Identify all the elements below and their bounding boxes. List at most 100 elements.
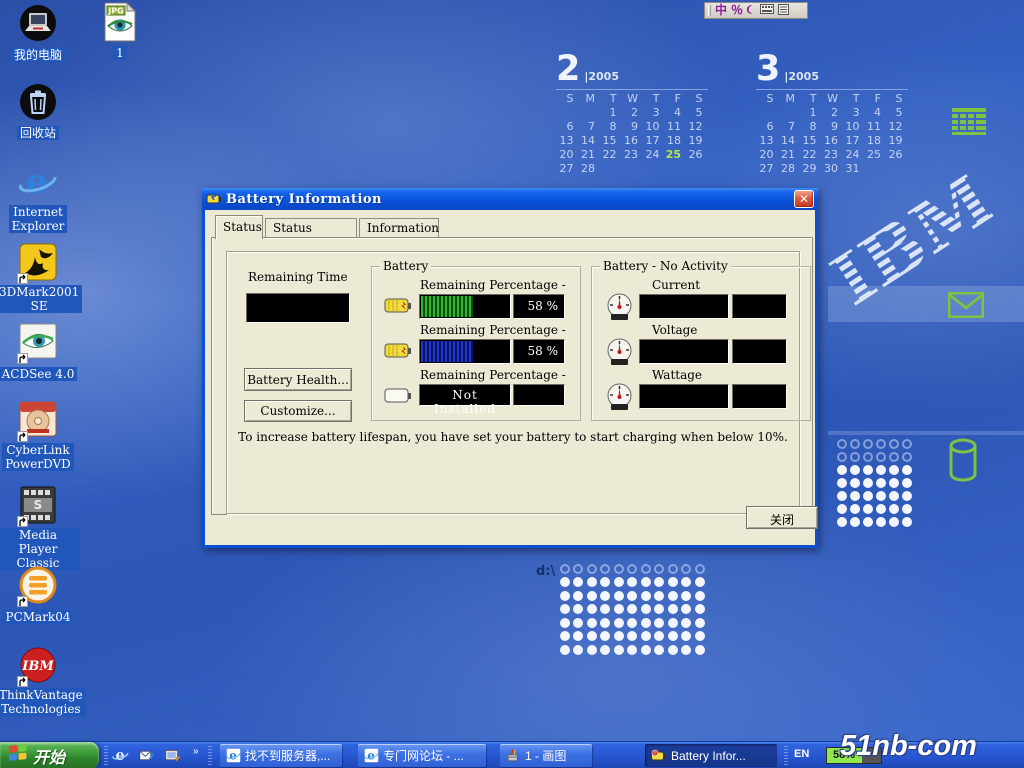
battery-lifespan-message: To increase battery lifespan, you have s… <box>227 430 799 444</box>
calendar-day: 26 <box>885 148 907 162</box>
dot-row <box>835 502 913 515</box>
dot <box>889 465 899 475</box>
dot-row <box>835 450 913 463</box>
taskband-grip[interactable] <box>208 746 212 765</box>
thinkvantage-icon: IBM <box>18 646 58 686</box>
calendar-day: 22 <box>799 148 821 162</box>
calendar-day: 10 <box>842 120 864 134</box>
calendar-day: 23 <box>821 148 843 162</box>
calendar-day: 23 <box>621 148 643 162</box>
dot <box>600 564 610 574</box>
calendar-month-header: 3 |2005 <box>756 53 908 87</box>
desktop-icon-recycle-bin[interactable]: 回收站 <box>0 82 80 141</box>
ime-soft-keyboard-icon[interactable] <box>760 4 774 17</box>
dot <box>863 465 873 475</box>
calendar-month-header: 2|2005 <box>556 53 708 87</box>
desktop-icon-powerdvd[interactable]: CyberLink PowerDVD <box>0 401 80 472</box>
dot <box>695 591 705 601</box>
cylinder-icon <box>948 438 978 486</box>
calendar-day: 6 <box>756 120 778 134</box>
quick-launch-grip[interactable] <box>104 746 108 765</box>
ime-drag-handle[interactable] <box>708 5 711 16</box>
dot <box>889 452 899 462</box>
ime-language-bar[interactable]: 中 ％ <box>704 2 808 19</box>
tab-status-detail[interactable]: Status Detail <box>265 218 357 238</box>
dot <box>587 631 597 641</box>
remaining-percentage-label: Remaining Percentage - <box>420 323 566 337</box>
dot <box>600 577 610 587</box>
ime-chinese-mode-button[interactable]: 中 <box>715 4 727 17</box>
ime-punctuation-icon[interactable] <box>747 3 756 19</box>
close-button[interactable]: 关闭 <box>746 506 818 529</box>
calendar-year: |2005 <box>784 70 819 83</box>
dot <box>654 564 664 574</box>
dot <box>837 439 847 449</box>
calendar-day: 13 <box>756 134 778 148</box>
language-indicator[interactable]: EN <box>794 748 809 760</box>
dot <box>850 439 860 449</box>
calendar-day: 29 <box>799 162 821 176</box>
dot <box>560 631 570 641</box>
dot <box>850 504 860 514</box>
dot <box>902 491 912 501</box>
quick-launch-outlook-express-icon[interactable] <box>138 747 155 764</box>
dot <box>876 452 886 462</box>
close-icon[interactable]: ✕ <box>794 190 814 208</box>
paint-icon <box>506 748 521 763</box>
battery-health-button[interactable]: Battery Health... <box>244 368 352 391</box>
taskbar-button-4[interactable]: !Battery Infor... <box>645 744 777 767</box>
dot <box>641 604 651 614</box>
desktop-icon-label: 3DMark2001 SE <box>0 285 82 313</box>
dialog-titlebar[interactable]: Battery Information ✕ <box>202 188 818 210</box>
desktop-icon-thinkvantage[interactable]: IBMThinkVantage Technologies <box>0 646 80 717</box>
remaining-percentage-bar <box>419 294 511 319</box>
quick-launch-show-desktop-icon[interactable] <box>164 747 181 764</box>
calendar-day: 6 <box>556 120 578 134</box>
calendar-week-row: 2728293031 <box>756 162 908 176</box>
desktop-icon-pcmark[interactable]: PCMark04 <box>0 566 80 625</box>
dot <box>889 439 899 449</box>
screen: 2|2005SMTWTFS123456789101112131415161718… <box>0 0 1024 768</box>
quick-launch-internet-explorer-icon[interactable]: e <box>112 747 129 764</box>
calendar-day: 10 <box>642 120 664 134</box>
gauge-icon <box>606 383 633 415</box>
desktop-icon-mpc[interactable]: SMedia Player Classic <box>0 486 80 571</box>
dot <box>876 478 886 488</box>
calendar-weekday: W <box>821 92 843 106</box>
dot <box>627 618 637 628</box>
customize-button[interactable]: Customize... <box>244 400 352 422</box>
ime-menu-icon[interactable] <box>778 4 789 18</box>
dot <box>681 591 691 601</box>
calendar-month-number: 3 <box>756 53 780 85</box>
desktop-icon-jpg-file[interactable]: JPG1 <box>78 2 162 61</box>
desktop-icon-my-computer[interactable]: 我的电脑 <box>0 4 80 63</box>
calendar-day: 21 <box>778 148 800 162</box>
tab-status[interactable]: Status <box>215 215 263 239</box>
calendar-day <box>756 106 778 120</box>
dot <box>668 604 678 614</box>
calendar-day: 19 <box>885 134 907 148</box>
shortcut-arrow-icon <box>17 516 28 527</box>
desktop-icon-acdsee[interactable]: ACDSee 4.0 <box>0 323 80 382</box>
calendar-day: 5 <box>885 106 907 120</box>
dot <box>668 591 678 601</box>
dot <box>681 577 691 587</box>
ime-fullwidth-icon[interactable]: ％ <box>731 4 743 17</box>
dot <box>850 465 860 475</box>
taskbar-button-3[interactable]: 1 - 画图 <box>500 744 592 767</box>
desktop-icon-internet-explorer[interactable]: eInternet Explorer <box>0 163 80 234</box>
drive-label: d:\ <box>536 564 555 579</box>
taskbar-button-2[interactable]: e专门网论坛 - ... <box>358 744 486 767</box>
dot <box>863 478 873 488</box>
dot <box>573 577 583 587</box>
svg-text:S: S <box>34 498 43 512</box>
desktop-icon-threedmark[interactable]: 3DMark2001 SE <box>0 243 80 314</box>
dot-row <box>835 515 913 528</box>
calendar-week-row: 13141516171819 <box>756 134 908 148</box>
quick-launch-overflow-chevron[interactable]: » <box>193 746 199 757</box>
bar-fill <box>421 341 473 362</box>
start-button[interactable]: 开始 <box>0 742 99 768</box>
taskbar-button-1[interactable]: e找不到服务器,... <box>220 744 342 767</box>
calendar-day: 19 <box>685 134 707 148</box>
tab-information[interactable]: Information <box>359 218 439 238</box>
